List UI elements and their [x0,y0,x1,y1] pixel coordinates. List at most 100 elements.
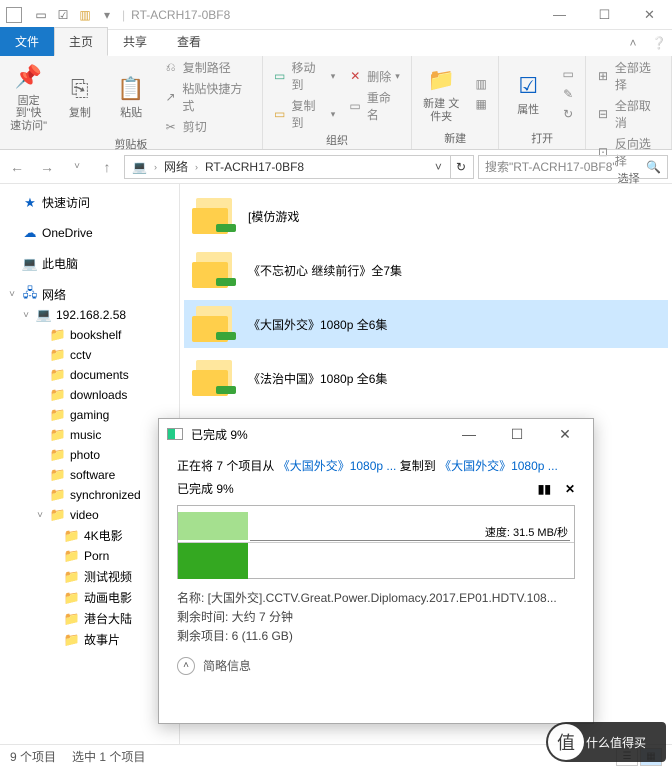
folder-icon: 📁 [64,528,80,544]
history-dropdown[interactable]: ˅ [64,154,90,180]
tree-network[interactable]: ˅🖧网络 [6,284,177,305]
tree-folder[interactable]: 📁Porn [6,546,177,566]
list-item[interactable]: 《不忘初心 继续前行》全7集 [184,246,668,294]
progress-text: 已完成 9% [177,480,234,497]
qat-dropdown-icon[interactable]: ▾ [98,6,116,24]
minimize-button[interactable]: — [537,0,582,30]
forward-button[interactable]: → [34,154,60,180]
search-box[interactable]: 搜索"RT-ACRH17-0BF8"🔍 [478,155,668,179]
folder-icon: 📁 [50,487,66,503]
cut-icon: ✂ [163,119,179,135]
tree-folder[interactable]: 📁港台大陆 [6,608,177,629]
system-menu-icon[interactable] [6,7,22,23]
breadcrumb-location[interactable]: RT-ACRH17-0BF8 [200,156,309,178]
pc-icon[interactable]: 💻 [127,156,152,178]
shortcut-icon: ↗ [163,89,179,105]
folder-icon: 📁 [50,427,66,443]
address-dropdown-icon[interactable]: ˅ [429,160,448,174]
tree-folder[interactable]: 📁music [6,425,177,445]
back-button[interactable]: ← [4,154,30,180]
breadcrumb-network[interactable]: 网络 [159,156,193,178]
properties-icon[interactable]: ▭ [32,6,50,24]
tree-folder[interactable]: 📁cctv [6,345,177,365]
rename-button[interactable]: ▭重命名 [344,88,405,124]
tree-folder[interactable]: 📁测试视频 [6,566,177,587]
folder-icon: 📁 [64,548,80,564]
tree-folder[interactable]: ˅📁video [6,505,177,525]
tree-folder[interactable]: 📁documents [6,365,177,385]
close-button[interactable]: ✕ [627,0,672,30]
tree-folder[interactable]: 📁synchronized [6,485,177,505]
delete-button[interactable]: ✕删除 ▾ [344,67,405,86]
source-link[interactable]: 《大国外交》1080p ... [278,459,397,473]
tree-folder[interactable]: 📁bookshelf [6,325,177,345]
tree-onedrive[interactable]: ☁OneDrive [6,223,177,243]
speed-graph: 速度: 31.5 MB/秒 [177,505,575,579]
address-bar[interactable]: 💻› 网络› RT-ACRH17-0BF8 ˅ ↻ [124,155,474,179]
properties-button[interactable]: ☑属性 [505,69,551,119]
tab-home[interactable]: 主页 [54,27,108,56]
copyto-icon: ▭ [272,106,288,122]
ribbon-group-organize: ▭移动到 ▾ ▭复制到 ▾ ✕删除 ▾ ▭重命名 组织 [263,56,412,149]
history-icon[interactable]: ↻ [557,105,579,123]
folder-icon: 📁 [64,611,80,627]
moveto-button[interactable]: ▭移动到 ▾ [269,58,338,94]
tree-quickaccess[interactable]: ★快速访问 [6,192,177,213]
paste-button[interactable]: 📋粘贴 [108,72,153,122]
tree-folder[interactable]: 📁故事片 [6,629,177,650]
pc-icon: 💻 [36,307,52,323]
item-label: [模仿游戏 [248,208,299,225]
new-item-icon[interactable]: ▥ [470,75,492,93]
item-label: 《大国外交》1080p 全6集 [248,316,387,333]
copy-path-button[interactable]: ⎌复制路径 [160,58,256,77]
ribbon-collapse-icon[interactable]: ˄ [620,30,646,56]
folder-icon: 📁 [50,327,66,343]
open-icon[interactable]: ▭ [557,65,579,83]
tree-thispc[interactable]: 💻此电脑 [6,253,177,274]
paste-shortcut-button[interactable]: ↗粘贴快捷方式 [160,79,256,115]
cancel-button[interactable]: ✕ [565,482,575,496]
list-item[interactable]: 《大国外交》1080p 全6集 [184,300,668,348]
pin-button[interactable]: 📌固定到"快 速访问" [6,60,51,135]
list-item[interactable]: 《法治中国》1080p 全6集 [184,354,668,402]
chevron-up-icon: ˄ [177,657,195,675]
tab-view[interactable]: 查看 [162,27,216,56]
tree-folder[interactable]: 📁software [6,465,177,485]
list-item[interactable]: [模仿游戏 [184,192,668,240]
properties-icon: ☑ [513,71,543,101]
tab-file[interactable]: 文件 [0,27,54,56]
new-folder-button[interactable]: 📁新建 文件夹 [418,63,464,125]
tree-folder[interactable]: 📁gaming [6,405,177,425]
edit-icon[interactable]: ✎ [557,85,579,103]
help-icon[interactable]: ❔ [646,30,672,56]
speed-label: 速度: 31.5 MB/秒 [485,524,568,540]
tree-ip[interactable]: ˅💻192.168.2.58 [6,305,177,325]
dialog-maximize-button[interactable]: ☐ [497,420,537,448]
easy-access-icon[interactable]: ▦ [470,95,492,113]
copyto-button[interactable]: ▭复制到 ▾ [269,96,338,132]
star-icon: ★ [22,195,38,211]
checkbox-icon[interactable]: ☑ [54,6,72,24]
up-button[interactable]: ↑ [94,154,120,180]
nav-tree[interactable]: ★快速访问 ☁OneDrive 💻此电脑 ˅🖧网络 ˅💻192.168.2.58… [0,184,180,744]
search-icon: 🔍 [646,160,661,174]
tab-share[interactable]: 共享 [108,27,162,56]
copy-button[interactable]: ⎘复制 [57,72,102,122]
dialog-close-button[interactable]: ✕ [545,420,585,448]
refresh-button[interactable]: ↻ [450,156,471,178]
tree-folder[interactable]: 📁4K电影 [6,525,177,546]
tree-folder[interactable]: 📁动画电影 [6,587,177,608]
dialog-minimize-button[interactable]: — [449,420,489,448]
pause-button[interactable]: ▮▮ [538,482,551,496]
tree-folder[interactable]: 📁downloads [6,385,177,405]
select-none-button[interactable]: ⊟全部取消 [592,96,665,132]
select-all-button[interactable]: ⊞全部选择 [592,58,665,94]
copy-dialog: 已完成 9% — ☐ ✕ 正在将 7 个项目从 《大国外交》1080p ... … [158,418,594,724]
dest-link[interactable]: 《大国外交》1080p ... [439,459,558,473]
folder-icon: 📁 [50,507,66,523]
cut-button[interactable]: ✂剪切 [160,117,256,136]
fewer-details-button[interactable]: ˄简略信息 [177,657,575,675]
new-folder-icon[interactable]: ▥ [76,6,94,24]
maximize-button[interactable]: ☐ [582,0,627,30]
tree-folder[interactable]: 📁photo [6,445,177,465]
